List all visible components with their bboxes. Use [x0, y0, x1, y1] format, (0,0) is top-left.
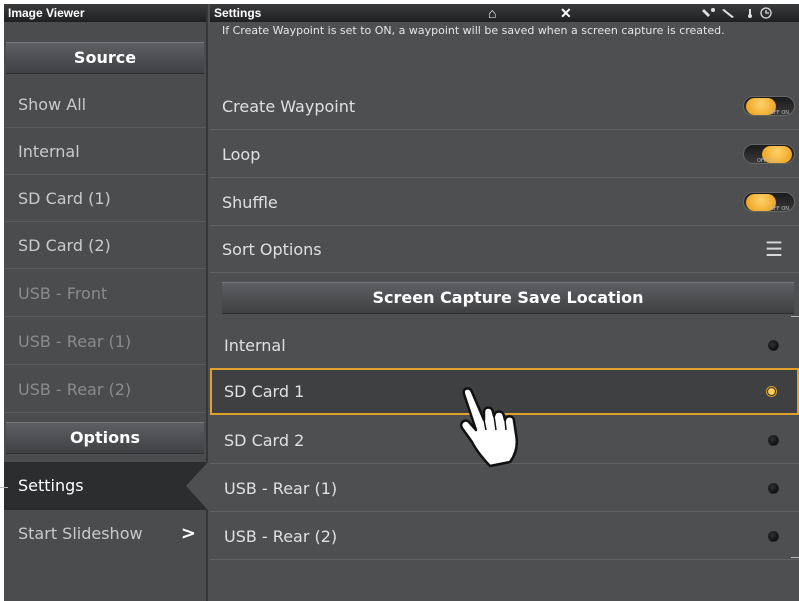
- hand-pointer-icon: [460, 387, 518, 468]
- location-internal[interactable]: Internal: [210, 322, 799, 369]
- edge-tick: [791, 316, 799, 317]
- settings-title: Settings: [214, 6, 262, 20]
- source-item-usb-front[interactable]: USB - Front: [4, 270, 206, 317]
- toggle-text: OFF ON: [757, 158, 776, 164]
- source-item-usb-rear-1[interactable]: USB - Rear (1): [4, 318, 206, 365]
- settings-title-bar: Settings ⌂ ✕: [210, 4, 799, 22]
- radio-button[interactable]: [768, 531, 779, 542]
- location-label: SD Card 2: [224, 431, 305, 450]
- loop-label: Loop: [222, 145, 261, 164]
- location-label: USB - Rear (2): [224, 527, 338, 546]
- source-item-show-all[interactable]: Show All: [4, 81, 206, 128]
- location-label: SD Card 1: [224, 382, 305, 401]
- menu-icon[interactable]: ☰: [765, 226, 783, 273]
- source-header: Source: [6, 42, 204, 74]
- create-waypoint-toggle[interactable]: OFF ON: [743, 96, 795, 116]
- gps-icon: [702, 8, 715, 17]
- location-label: USB - Rear (1): [224, 479, 338, 498]
- selection-notch: [186, 462, 208, 510]
- location-usb-rear-1[interactable]: USB - Rear (1): [210, 465, 799, 512]
- screen: Image Viewer Source Show All Internal SD…: [4, 4, 799, 601]
- status-icons: [702, 7, 772, 19]
- close-icon[interactable]: ✕: [560, 4, 572, 22]
- location-label: Internal: [224, 336, 286, 355]
- source-item-sd-card-1[interactable]: SD Card (1): [4, 175, 206, 222]
- sort-options-label: Sort Options: [222, 240, 322, 259]
- source-item-usb-rear-2[interactable]: USB - Rear (2): [4, 366, 206, 413]
- setting-sort-options[interactable]: Sort Options ☰: [210, 226, 799, 273]
- source-item-sd-card-2[interactable]: SD Card (2): [4, 222, 206, 269]
- info-text: If Create Waypoint is set to ON, a waypo…: [222, 24, 725, 37]
- shuffle-toggle[interactable]: OFF ON: [743, 192, 795, 212]
- toggle-text: OFF ON: [770, 206, 789, 212]
- toggle-text: OFF ON: [770, 110, 789, 116]
- satellite-icon: [722, 9, 734, 18]
- shuffle-label: Shuffle: [222, 193, 278, 212]
- start-slideshow-label: Start Slideshow: [18, 524, 143, 543]
- setting-loop[interactable]: Loop OFF ON: [210, 131, 799, 178]
- options-item-settings[interactable]: Settings: [4, 462, 206, 510]
- left-panel: Image Viewer Source Show All Internal SD…: [4, 4, 208, 601]
- options-header: Options: [6, 422, 204, 454]
- source-item-internal[interactable]: Internal: [4, 128, 206, 175]
- edge-tick: [0, 487, 8, 488]
- right-panel: Settings ⌂ ✕ If Create Waypoint is set t…: [210, 4, 799, 601]
- create-waypoint-label: Create Waypoint: [222, 97, 356, 116]
- radio-button[interactable]: [768, 435, 779, 446]
- options-item-start-slideshow[interactable]: Start Slideshow >: [4, 510, 206, 557]
- edge-tick: [791, 557, 799, 558]
- radio-button-selected[interactable]: [766, 386, 777, 397]
- location-usb-rear-2[interactable]: USB - Rear (2): [210, 513, 799, 560]
- capture-location-header: Screen Capture Save Location: [222, 282, 794, 314]
- clock-icon: [760, 7, 772, 19]
- radio-button[interactable]: [768, 483, 779, 494]
- thermometer-icon: [748, 9, 752, 18]
- radio-button[interactable]: [768, 340, 779, 351]
- settings-label: Settings: [18, 476, 84, 495]
- loop-toggle[interactable]: OFF ON: [743, 144, 795, 164]
- home-icon[interactable]: ⌂: [488, 4, 496, 22]
- chevron-right-icon: >: [180, 523, 196, 544]
- setting-shuffle[interactable]: Shuffle OFF ON: [210, 179, 799, 226]
- setting-create-waypoint[interactable]: Create Waypoint OFF ON: [210, 83, 799, 130]
- image-viewer-title: Image Viewer: [4, 4, 206, 22]
